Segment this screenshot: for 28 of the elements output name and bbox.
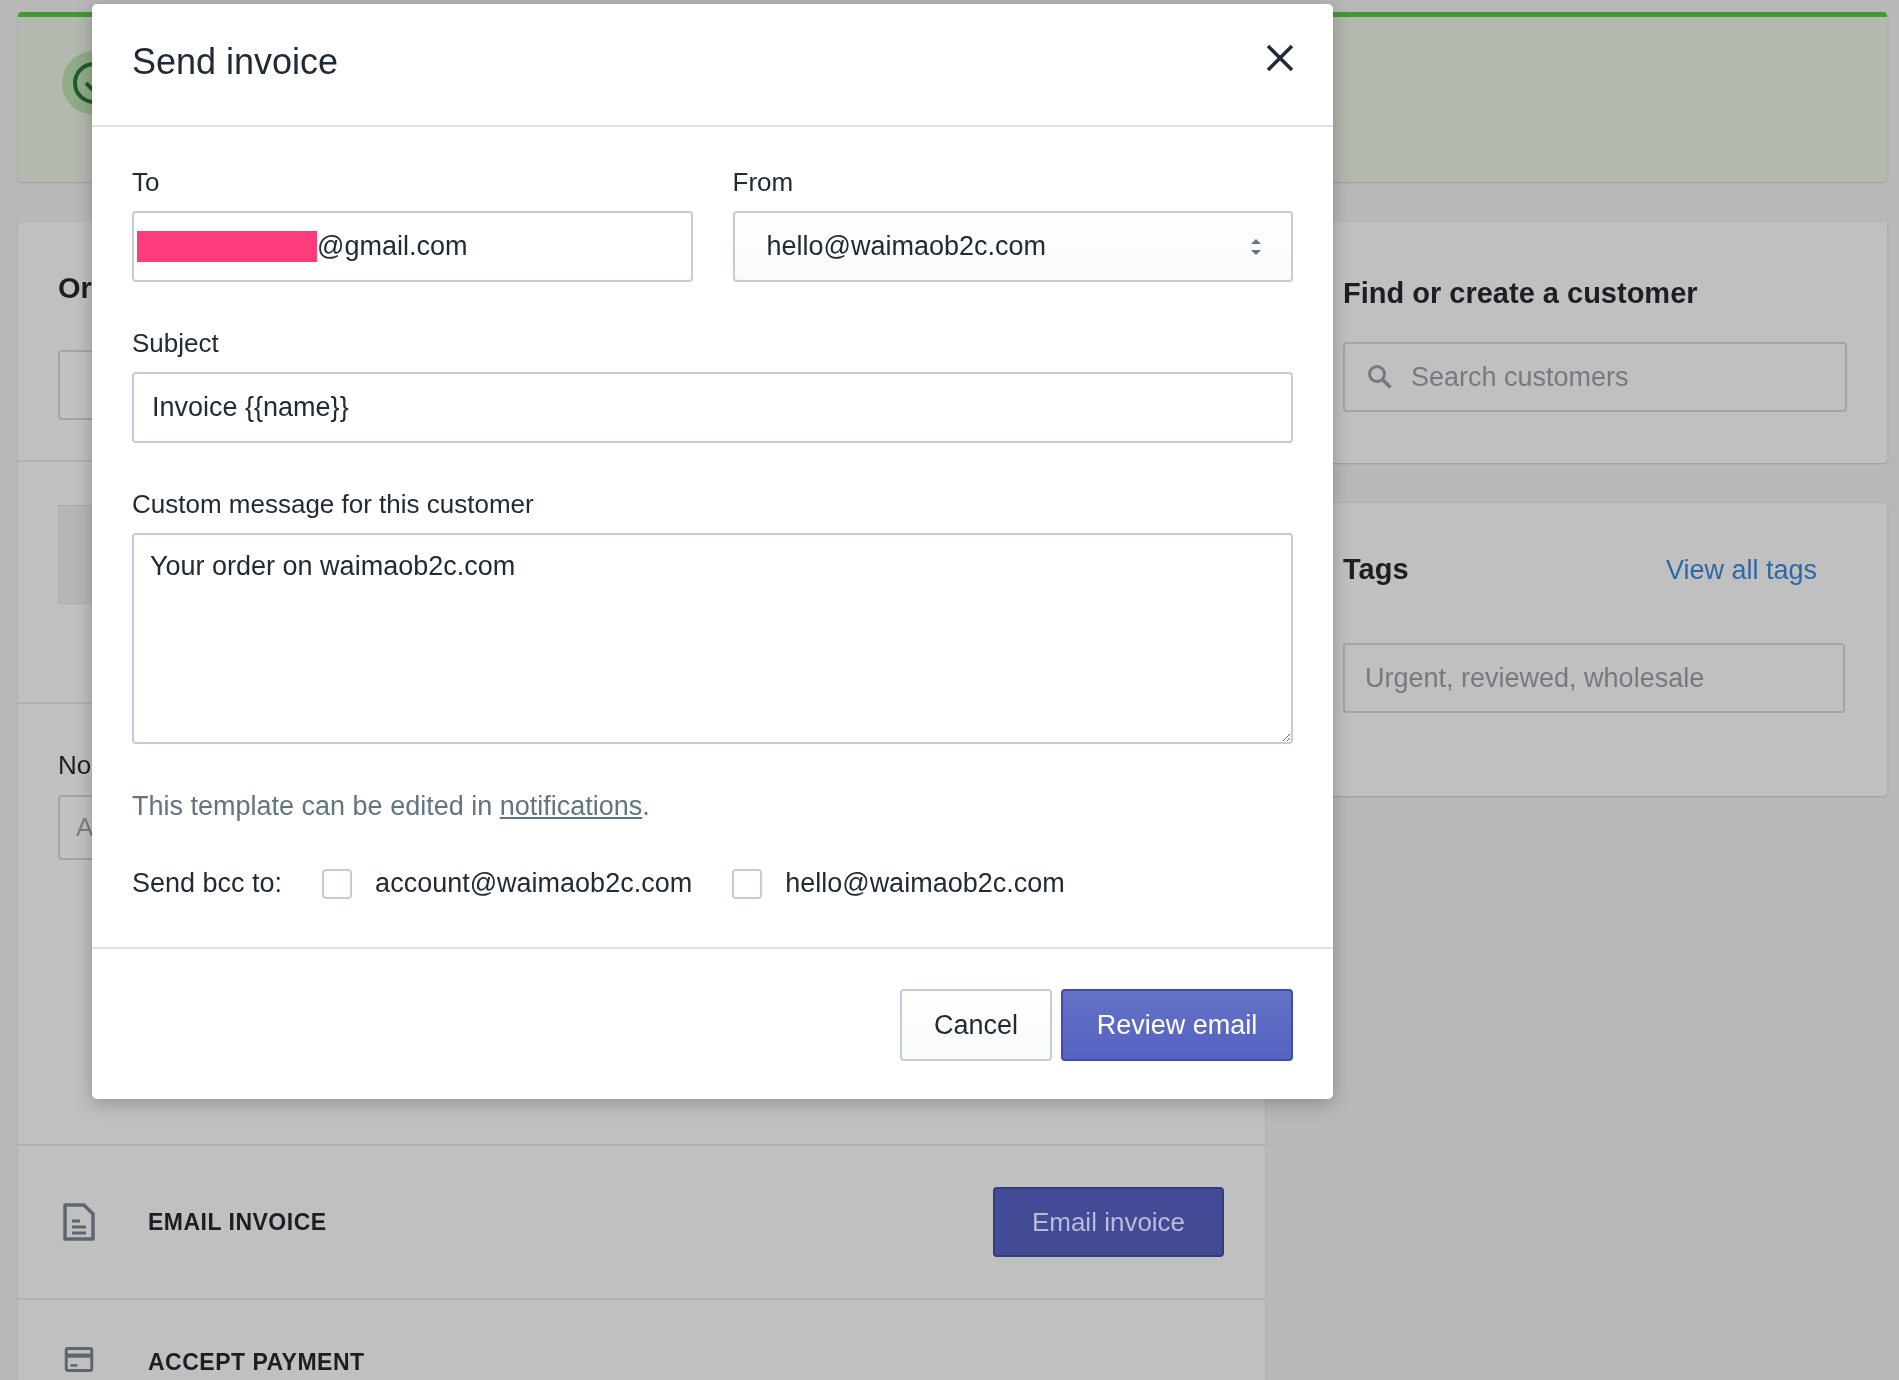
checkbox-label: account@waimaob2c.com bbox=[375, 868, 693, 899]
bcc-label: Send bcc to: bbox=[132, 868, 283, 899]
checkbox[interactable] bbox=[322, 868, 353, 899]
section-title: EMAIL INVOICE bbox=[148, 1208, 327, 1236]
document-icon bbox=[62, 1202, 96, 1242]
from-select[interactable]: hello@waimaob2c.com bbox=[732, 211, 1293, 282]
dialog-title: Send invoice bbox=[132, 40, 339, 83]
checkbox-label: hello@waimaob2c.com bbox=[785, 868, 1065, 899]
review-email-button[interactable]: Review email bbox=[1061, 989, 1293, 1061]
card-title: Or bbox=[58, 272, 93, 304]
field-label: Custom message for this customer bbox=[132, 489, 535, 519]
notifications-link[interactable]: notifications bbox=[499, 791, 643, 821]
cancel-button[interactable]: Cancel bbox=[900, 989, 1052, 1061]
field-label: From bbox=[732, 167, 795, 197]
section-title: ACCEPT PAYMENT bbox=[148, 1348, 365, 1376]
card-title: Tags bbox=[1343, 553, 1409, 585]
checkbox[interactable] bbox=[732, 868, 763, 899]
card-title: Find or create a customer bbox=[1343, 277, 1699, 309]
message-field[interactable]: Your order on waimaob2c.com bbox=[132, 533, 1293, 744]
field-label: To bbox=[132, 167, 161, 197]
field-label: Subject bbox=[132, 328, 220, 358]
help-text: This template can be edited in notifications. bbox=[132, 790, 651, 822]
search-placeholder: Search customers bbox=[1411, 361, 1629, 393]
view-all-tags-link[interactable]: View all tags bbox=[1665, 555, 1817, 586]
email-invoice-button[interactable]: Email invoice bbox=[993, 1187, 1224, 1257]
field-label: No bbox=[58, 750, 93, 780]
search-icon bbox=[1367, 364, 1393, 390]
subject-field[interactable]: Invoice {{name}} bbox=[132, 372, 1293, 443]
